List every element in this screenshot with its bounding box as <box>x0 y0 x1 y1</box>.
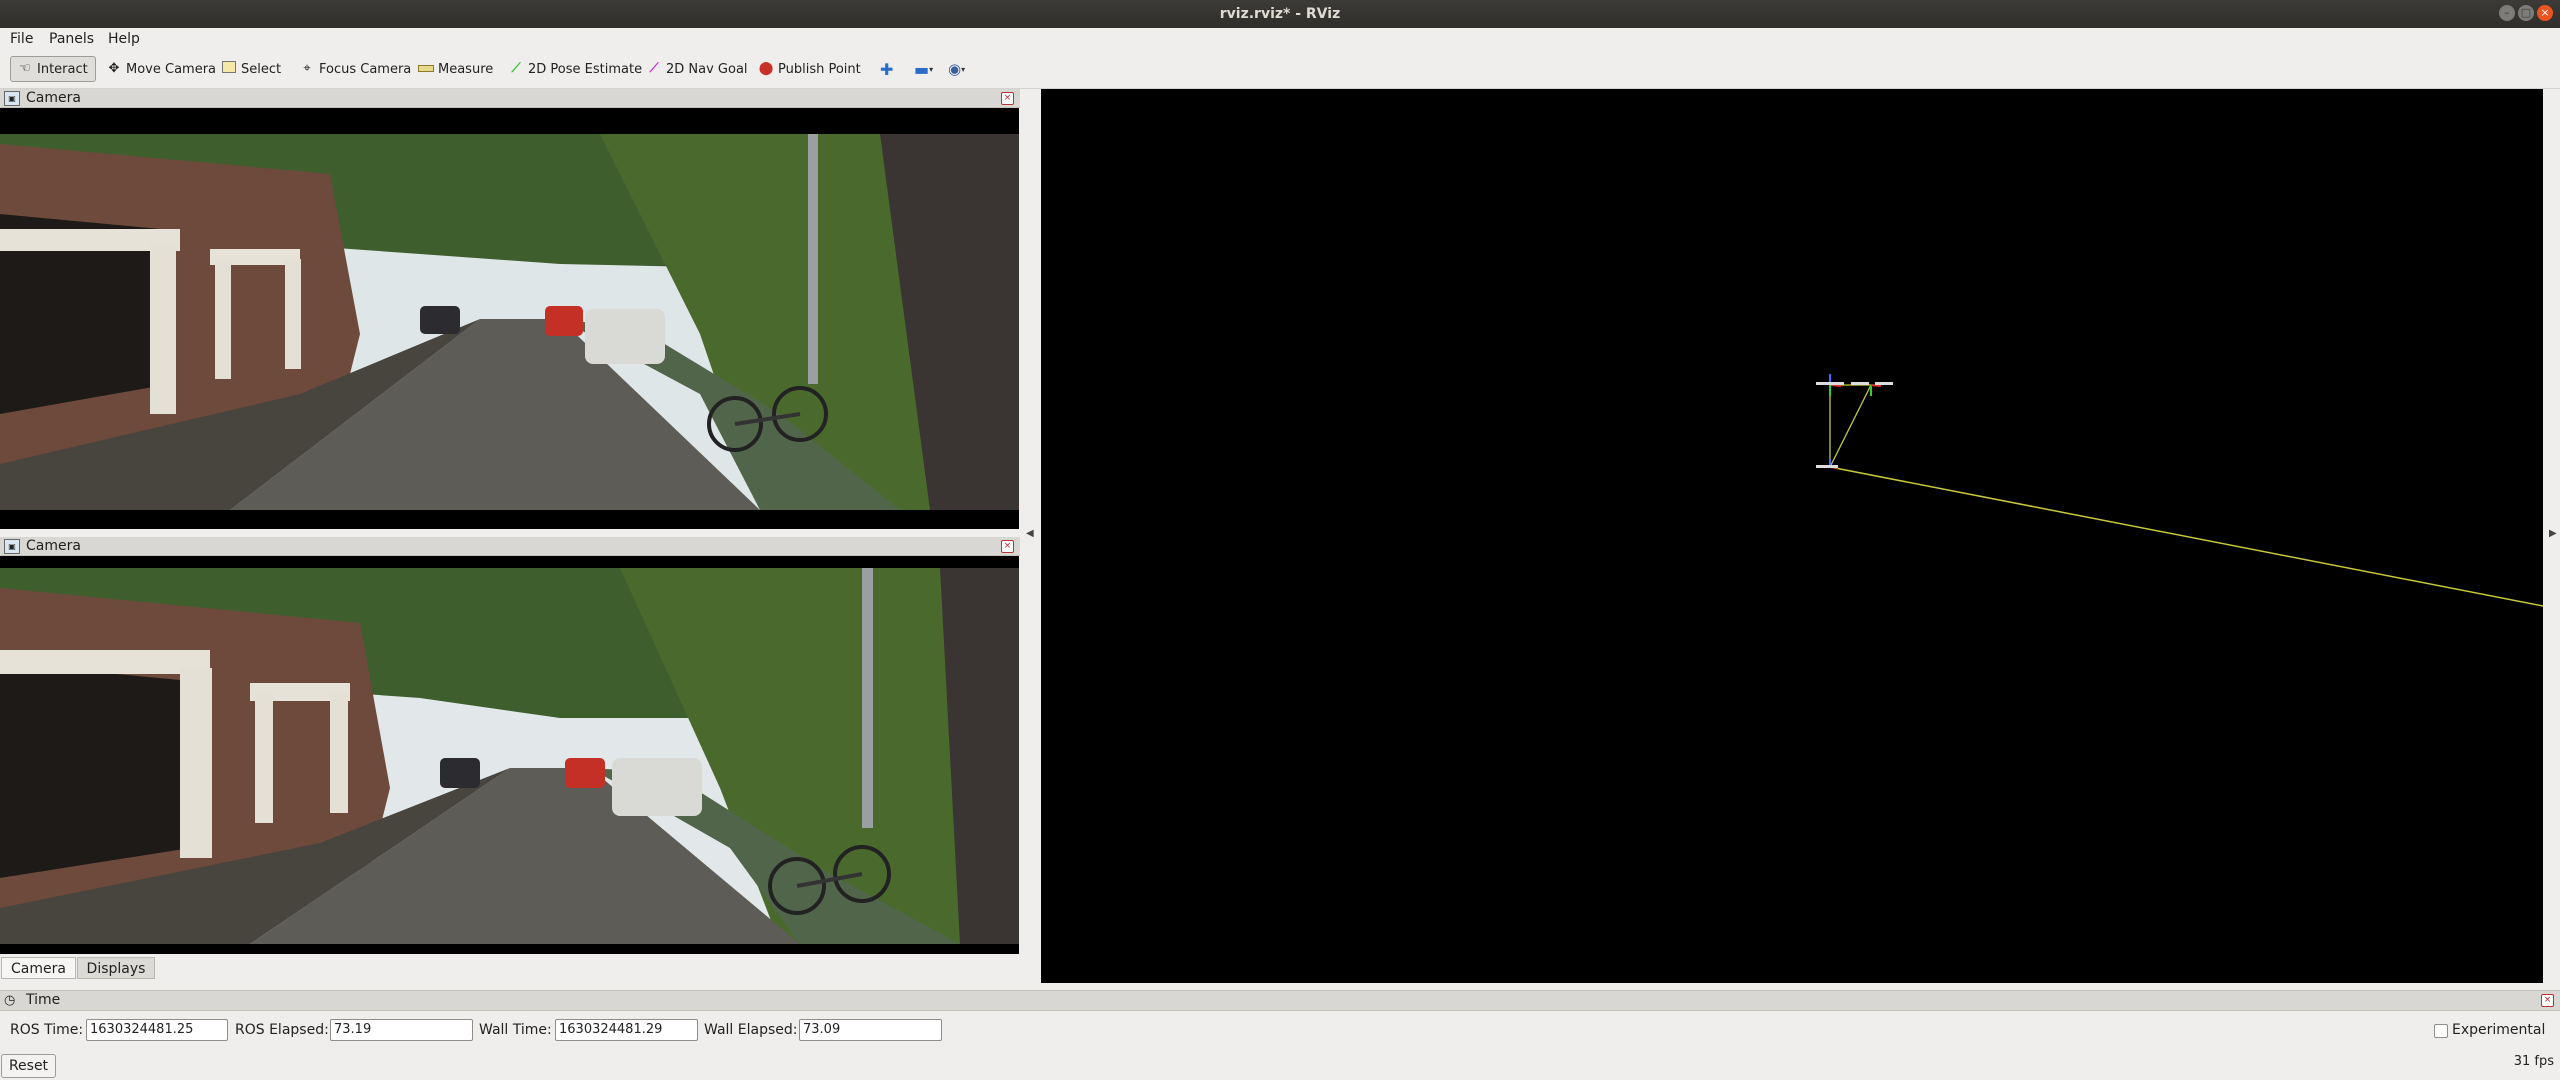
measure-label: Measure <box>438 61 494 77</box>
wall-time-label: Wall Time: <box>479 1022 552 1038</box>
focus-camera-label: Focus Camera <box>319 61 412 77</box>
select-box-icon <box>221 61 237 77</box>
window-title: rviz.rviz* - RViz <box>1219 6 1341 22</box>
select-tool-button[interactable]: Select <box>215 56 287 82</box>
close-icon[interactable]: × <box>2537 5 2553 21</box>
camera-image-top[interactable] <box>0 108 1019 529</box>
focus-crosshair-icon: ⌖ <box>303 61 311 76</box>
close-panel-icon[interactable]: × <box>2541 994 2554 1007</box>
camera-panel-top-header: ▣ Camera × <box>0 89 1020 108</box>
tf-link-line <box>1829 466 2543 607</box>
reset-button[interactable]: Reset <box>1 1054 56 1078</box>
street-scene-image <box>0 556 1019 954</box>
menubar: File Panels Help <box>0 28 2560 50</box>
green-arrow-icon: ⟋ <box>511 61 521 76</box>
ros-time-label: ROS Time: <box>10 1022 84 1038</box>
pose-estimate-tool-button[interactable]: ⟋ 2D Pose Estimate <box>502 56 648 82</box>
fps-counter: 31 fps <box>2513 1054 2554 1069</box>
window-titlebar: rviz.rviz* - RViz – □ × <box>0 0 2560 28</box>
move-camera-label: Move Camera <box>126 61 217 77</box>
publish-point-tool-button[interactable]: ⬤ Publish Point <box>752 56 867 82</box>
camera-panel-icon: ▣ <box>4 539 20 554</box>
menu-help[interactable]: Help <box>108 31 140 47</box>
tf-link-line <box>1829 384 1872 468</box>
add-tool-icon[interactable]: ✚ <box>874 56 899 82</box>
camera-image-bottom[interactable] <box>0 556 1019 954</box>
tab-camera[interactable]: Camera <box>1 957 76 979</box>
tf-frame-label-marker <box>1816 465 1838 468</box>
map-pin-icon: ⬤ <box>758 61 774 76</box>
time-panel-header: ◷ Time × <box>0 990 2560 1011</box>
tf-frames-visualization <box>1816 374 2543 607</box>
close-panel-icon[interactable]: × <box>1001 540 1014 553</box>
ros-elapsed-field[interactable]: 73.19 <box>330 1019 473 1041</box>
nav-goal-label: 2D Nav Goal <box>666 61 748 77</box>
tf-frame-label-marker <box>1816 382 1844 385</box>
interact-label: Interact <box>37 61 88 77</box>
camera-panel-bottom: ▣ Camera × <box>0 537 1020 954</box>
wall-elapsed-label: Wall Elapsed: <box>704 1022 798 1038</box>
view-eye-icon[interactable]: ◉ ▾ <box>942 56 971 82</box>
time-panel-title: Time <box>26 992 61 1008</box>
publish-point-label: Publish Point <box>778 61 861 77</box>
ruler-icon <box>418 61 434 77</box>
tf-frame-label-marker <box>1875 382 1893 385</box>
maximize-icon[interactable]: □ <box>2518 5 2534 21</box>
clock-icon: ◷ <box>4 993 16 1008</box>
wall-elapsed-field[interactable]: 73.09 <box>799 1019 942 1041</box>
interact-tool-button[interactable]: ☜ Interact <box>10 56 96 82</box>
focus-camera-tool-button[interactable]: ⌖ Focus Camera <box>293 56 417 82</box>
move-camera-tool-button[interactable]: ✥ Move Camera <box>100 56 222 82</box>
camera-panel-top: ▣ Camera × <box>0 89 1020 529</box>
experimental-checkbox[interactable] <box>2434 1024 2448 1038</box>
collapse-right-arrow-icon[interactable]: ▶ <box>2549 528 2557 539</box>
move-arrows-icon: ✥ <box>108 61 120 76</box>
menu-file[interactable]: File <box>10 31 33 47</box>
close-panel-icon[interactable]: × <box>1001 92 1014 105</box>
pose-estimate-label: 2D Pose Estimate <box>528 61 643 77</box>
tab-displays[interactable]: Displays <box>77 957 155 979</box>
wall-time-field[interactable]: 1630324481.29 <box>555 1019 698 1041</box>
camera-panel-top-title: Camera <box>26 90 81 106</box>
select-label: Select <box>241 61 282 77</box>
remove-tool-icon[interactable]: ▬ ▾ <box>908 56 939 82</box>
camera-panel-icon: ▣ <box>4 91 20 106</box>
toolbar: ☜ Interact ✥ Move Camera Select ⌖ Focus … <box>0 50 2560 89</box>
menu-panels[interactable]: Panels <box>49 31 94 47</box>
ros-time-field[interactable]: 1630324481.25 <box>86 1019 228 1041</box>
minimize-icon[interactable]: – <box>2499 5 2515 21</box>
hand-icon: ☜ <box>19 61 31 76</box>
tf-axis-x <box>1829 384 1842 387</box>
3d-render-viewport[interactable] <box>1041 89 2543 983</box>
nav-goal-tool-button[interactable]: ⟋ 2D Nav Goal <box>640 56 754 82</box>
camera-panel-bottom-header: ▣ Camera × <box>0 537 1020 556</box>
camera-panel-bottom-title: Camera <box>26 538 81 554</box>
magenta-arrow-icon: ⟋ <box>649 61 659 76</box>
measure-tool-button[interactable]: Measure <box>412 56 499 82</box>
experimental-label: Experimental <box>2452 1022 2546 1038</box>
tf-axis-x <box>1870 384 1882 387</box>
street-scene-image <box>0 108 1019 529</box>
ros-elapsed-label: ROS Elapsed: <box>235 1022 329 1038</box>
collapse-left-arrow-icon[interactable]: ◀ <box>1026 528 1034 539</box>
tf-frame-label-marker <box>1851 382 1869 385</box>
